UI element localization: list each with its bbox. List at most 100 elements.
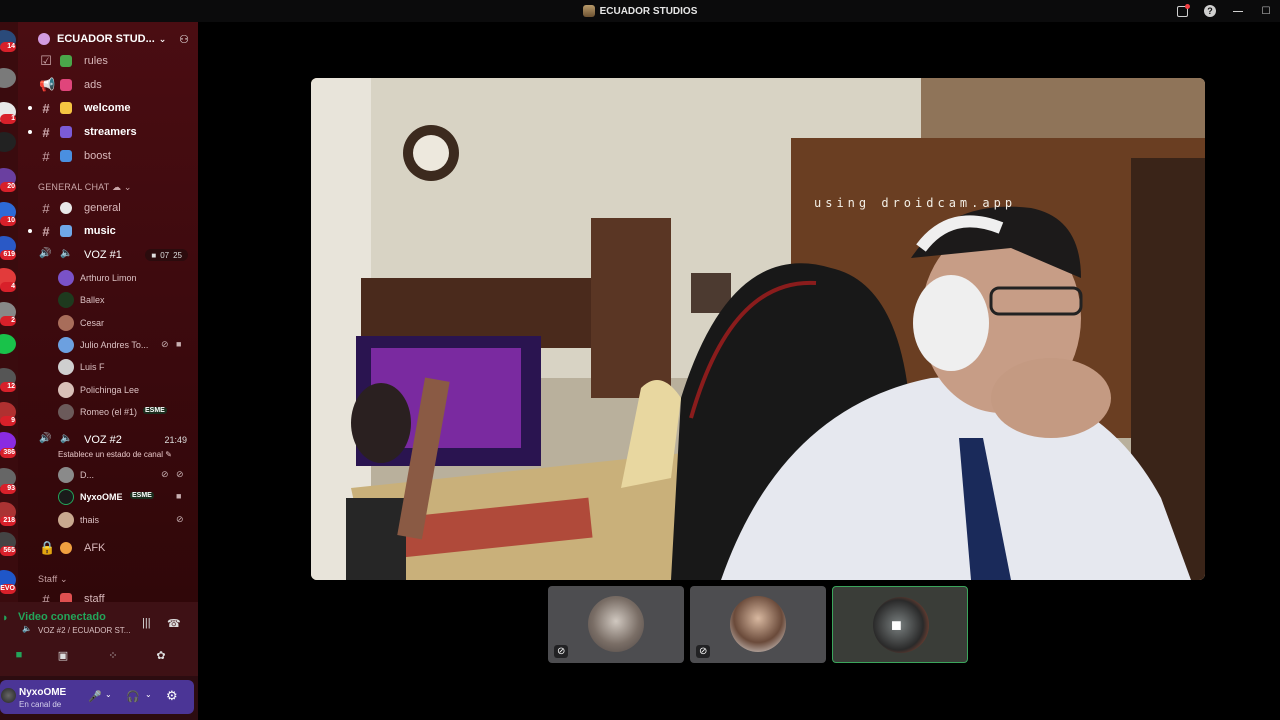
settings-gear-icon[interactable]: ⚙ [166,688,178,704]
participant-tile-speaking[interactable]: ■ [832,586,968,663]
voice-channel-voz1[interactable]: 🔊 🔈 VOZ #1 ■ 07 25 [18,244,198,266]
connection-signal-icon[interactable]: ◗ [2,612,9,624]
channel-label: welcome [84,102,131,114]
help-button[interactable]: ? [1196,0,1224,22]
camera-icon: ■ [15,649,23,661]
voice-user[interactable]: thais ⊘ [18,509,198,531]
mention-badge: 1 [0,114,16,124]
deafened-icon: ⊘ [554,645,569,658]
book-emoji-icon [60,55,72,67]
channel-staff[interactable]: # staff [18,588,198,602]
server-icon[interactable] [0,334,16,354]
screen-share-button[interactable]: ▣ [44,644,82,666]
mention-badge: 12 [0,382,16,392]
speaker-icon: 🔈 [22,624,32,633]
mic-muted-icon: ⊘ [176,514,184,524]
voice-user-name: Arthuro Limon [80,273,137,283]
voice-user[interactable]: NyxoOME ESME ■ [18,486,198,508]
voice-user-name: thais [80,515,100,525]
unread-indicator [28,106,32,110]
voice-user[interactable]: Luis F [18,356,198,378]
voice-user[interactable]: Ballex [18,289,198,311]
channel-music[interactable]: # music [18,220,198,242]
voice-user[interactable]: Polichinga Lee [18,379,198,401]
channel-status-prompt[interactable]: Establece un estado de canal ✎ [58,450,172,459]
speaker-icon: 🔈 [60,433,73,444]
staff-emoji-icon [60,593,72,602]
channel-welcome[interactable]: # welcome [18,97,198,119]
main-video-feed[interactable]: using droidcam.app [311,78,1205,580]
audio-options-chevron-icon[interactable]: ⌄ [145,690,152,699]
add-member-icon[interactable]: ⚇ [179,33,189,46]
avatar [58,512,74,528]
webcam-frame [311,78,1205,580]
channel-streamers[interactable]: # streamers [18,121,198,143]
camera-toggle-button[interactable]: ■ [0,644,38,666]
channel-label: staff [84,593,105,602]
voice-user-name: Polichinga Lee [80,385,140,395]
mention-badge: 14 [0,42,16,52]
voice-user[interactable]: Julio Andres To... ⊘ ■ [18,334,198,356]
mention-badge: 20 [0,182,16,192]
mention-badge: 386 [0,448,16,458]
voice-connected-channel[interactable]: VOZ #2 / ECUADOR ST... [38,626,130,635]
channel-label: ads [84,79,102,91]
hash-icon: # [42,100,50,116]
mic-options-chevron-icon[interactable]: ⌄ [105,690,112,699]
mention-badge: 10 [0,216,16,226]
hash-icon: # [42,148,50,164]
inbox-icon [1176,3,1190,17]
server-name: ECUADOR STUD... [57,33,155,45]
voice-count-pill: ■ 07 25 [145,249,188,261]
server-icon[interactable] [0,68,16,88]
server-list: 14 1 20 10 619 4 2 12 9 386 93 218 565 E… [0,22,18,602]
channel-boost[interactable]: # boost [18,145,198,167]
activities-button[interactable]: ⁘ [94,644,132,666]
mention-badge: 218 [0,516,16,526]
channel-label: streamers [84,126,137,138]
lock-icon: 🔒 [39,540,56,555]
noise-suppression-icon[interactable]: ||| [142,617,151,629]
music-note-emoji-icon [60,225,72,237]
screen-share-icon: ▣ [57,649,69,662]
microphone-icon[interactable]: 🎤 [88,690,102,703]
server-boost-icon [38,33,50,45]
voice-user[interactable]: Arthuro Limon [18,267,198,289]
avatar [58,270,74,286]
unread-indicator [28,130,32,134]
voice-user[interactable]: Romeo (el #1) ESME [18,401,198,423]
user-avatar[interactable] [1,688,16,703]
mention-badge: 619 [0,250,16,260]
soundboard-button[interactable]: ✿ [142,644,180,666]
server-icon[interactable] [0,132,16,152]
minimize-button[interactable]: — [1224,0,1252,22]
channel-label: AFK [84,542,106,554]
mention-badge: 565 [0,546,16,556]
voice-channel-afk[interactable]: 🔒 AFK [18,537,198,559]
category-staff[interactable]: Staff ⌄ [38,574,68,585]
channel-general[interactable]: # general [18,197,198,219]
participant-tile[interactable]: ⊘ [548,586,684,663]
disconnect-icon[interactable]: ☎ [167,617,181,630]
user-status: En canal de [19,700,62,709]
voice-user[interactable]: D... ⊘ ⊘ [18,464,198,486]
video-camera-icon: ■ [176,339,182,349]
video-count: 07 [160,250,170,260]
category-general-chat[interactable]: GENERAL CHAT ☁ ⌄ [38,182,132,193]
inbox-button[interactable] [1168,0,1196,22]
video-stage: using droidcam.app ⊘ ⊘ ■ [198,22,1280,720]
headphones-icon[interactable]: 🎧 [126,690,140,703]
maximize-button[interactable]: ☐ [1252,0,1280,22]
channel-rules[interactable]: ☑ rules [18,50,198,72]
avatar [58,292,74,308]
participant-avatar [588,596,644,652]
voice-channel-voz2[interactable]: 🔊 🔈 VOZ #2 21:49 [18,429,198,451]
window-title: ECUADOR STUDIOS [599,5,698,17]
participant-tile[interactable]: ⊘ [690,586,826,663]
voice-user[interactable]: Cesar [18,312,198,334]
new-badge: EVO [0,584,16,594]
hash-icon: # [42,200,50,216]
participant-avatar [730,596,786,652]
channel-ads[interactable]: 📢 ads [18,74,198,96]
user-name[interactable]: NyxoOME [19,687,66,698]
